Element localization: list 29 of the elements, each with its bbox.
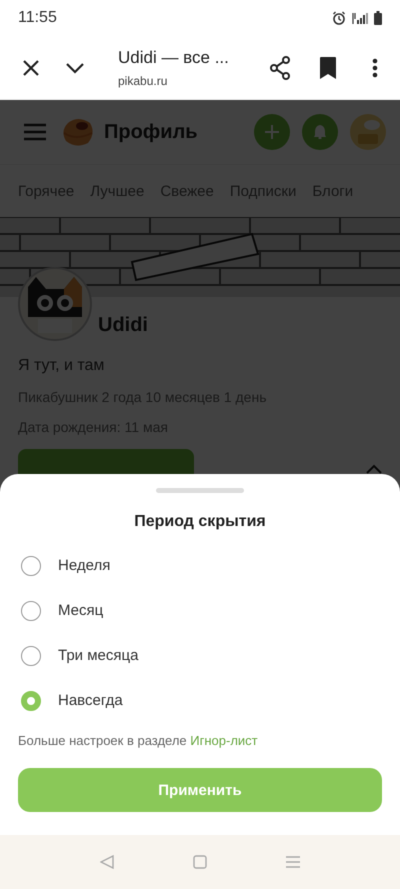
alarm-icon bbox=[332, 11, 346, 25]
signal-icon bbox=[352, 12, 368, 24]
more-icon[interactable] bbox=[372, 58, 378, 78]
period-option[interactable]: Неделя bbox=[18, 543, 382, 588]
period-option[interactable]: Три месяца bbox=[18, 633, 382, 678]
drag-handle[interactable] bbox=[156, 488, 244, 493]
user-name: Udidi bbox=[98, 314, 148, 337]
close-icon[interactable] bbox=[22, 58, 40, 76]
period-option[interactable]: Навсегда bbox=[18, 678, 382, 723]
page-url: pikabu.ru bbox=[118, 74, 168, 88]
home-icon[interactable] bbox=[192, 855, 207, 869]
menu-icon[interactable] bbox=[286, 856, 300, 868]
radio-button[interactable] bbox=[21, 556, 41, 576]
share-icon[interactable] bbox=[269, 56, 291, 80]
settings-note: Больше настроек в разделе Игнор-лист bbox=[18, 733, 259, 748]
ignore-list-link[interactable]: Игнор-лист bbox=[190, 733, 258, 748]
page-heading: Профиль bbox=[104, 120, 198, 144]
back-icon[interactable] bbox=[100, 855, 114, 869]
radio-button[interactable] bbox=[21, 646, 41, 666]
bookmark-icon[interactable] bbox=[320, 56, 336, 78]
period-option[interactable]: Месяц bbox=[18, 588, 382, 633]
sheet-title: Период скрытия bbox=[133, 513, 267, 531]
battery-icon bbox=[374, 11, 382, 25]
radio-button[interactable] bbox=[21, 690, 41, 710]
chevron-down-icon[interactable] bbox=[65, 62, 85, 74]
page-title: Udidi — все ... bbox=[118, 48, 230, 68]
apply-button[interactable]: Применить bbox=[18, 768, 382, 812]
status-time: 11:55 bbox=[18, 9, 57, 27]
radio-button[interactable] bbox=[21, 600, 41, 620]
